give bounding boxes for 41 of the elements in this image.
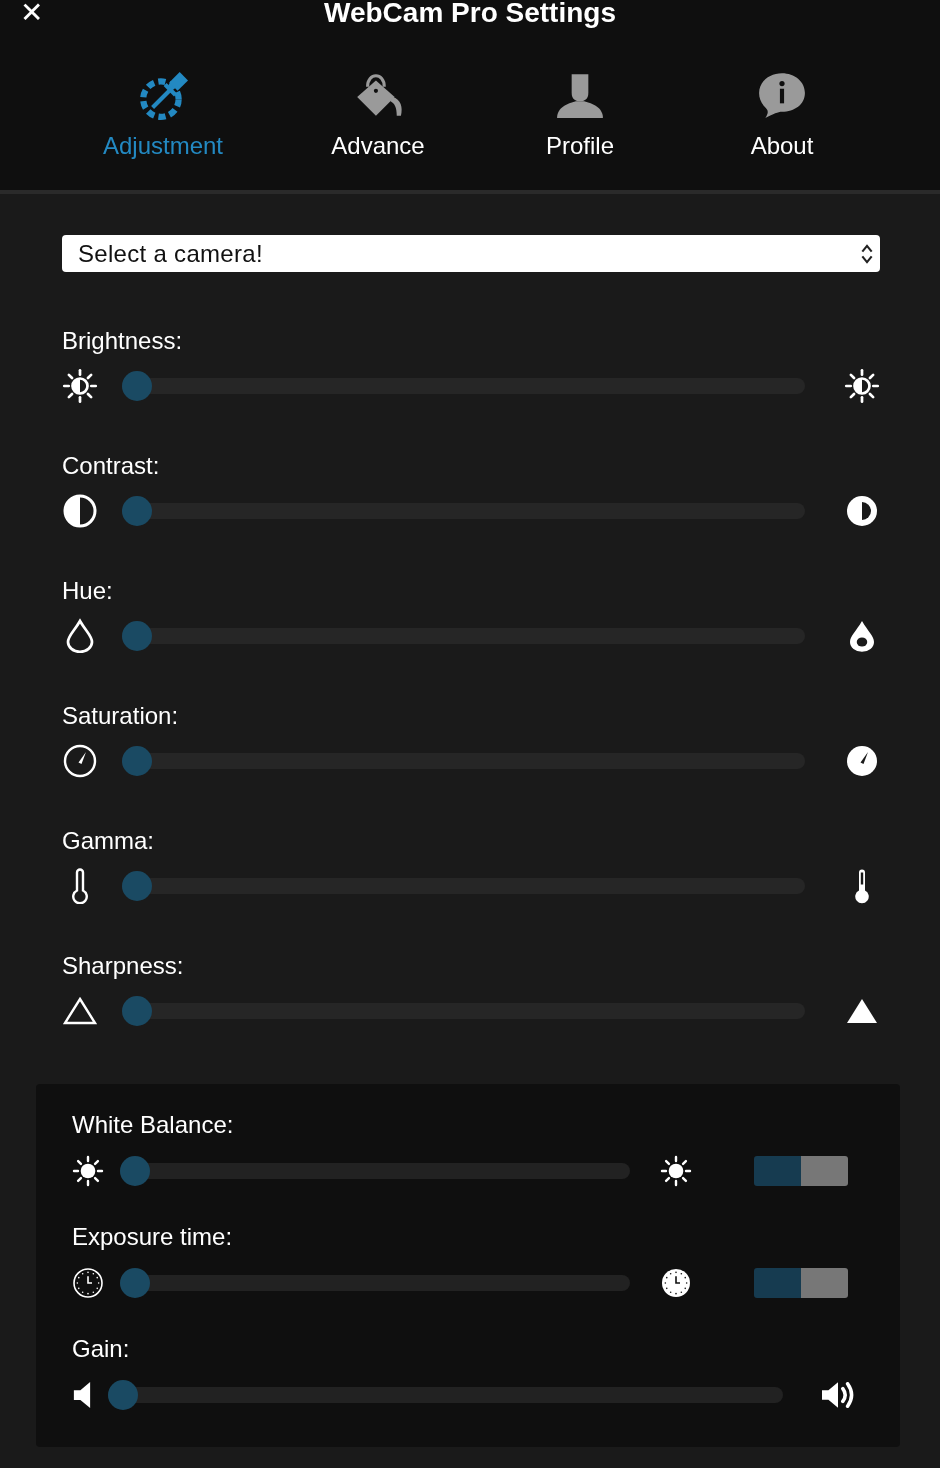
slider-label: Sharpness: <box>62 952 185 980</box>
slider-label: Contrast: <box>62 452 161 480</box>
tab[interactable]: Advance <box>266 70 490 160</box>
contrast-icon <box>844 493 880 529</box>
brightness-icon <box>62 368 98 404</box>
close-button[interactable]: ✕ <box>20 0 44 28</box>
slider-label: Gamma: <box>62 827 155 855</box>
window-title: WebCam Pro Settings <box>324 0 616 30</box>
slider-thumb[interactable] <box>120 1156 150 1186</box>
speaker-icon <box>72 1382 92 1408</box>
tab[interactable]: Adjustment <box>60 70 266 160</box>
slider-label: Exposure time: <box>72 1223 234 1251</box>
brightness-icon <box>844 368 880 404</box>
slider-label: Brightness: <box>62 327 184 355</box>
slider-thumb[interactable] <box>120 1268 150 1298</box>
sun-icon <box>72 1155 104 1187</box>
toggle-switch[interactable] <box>754 1156 848 1186</box>
slider-thumb[interactable] <box>122 621 152 651</box>
slider-label: Saturation: <box>62 702 180 730</box>
slider-thumb[interactable] <box>122 871 152 901</box>
slider-label: Hue: <box>62 577 114 605</box>
slider-label: White Balance: <box>72 1111 235 1139</box>
gauge-icon <box>844 743 880 779</box>
contrast-icon <box>62 493 98 529</box>
slider-thumb[interactable] <box>122 746 152 776</box>
slider-thumb[interactable] <box>108 1380 138 1410</box>
tab[interactable]: About <box>670 70 894 160</box>
tab[interactable]: Profile <box>490 70 670 160</box>
slider-thumb[interactable] <box>122 496 152 526</box>
slider-label: Gain: <box>72 1335 131 1363</box>
gauge-icon <box>62 743 98 779</box>
sun-icon <box>660 1155 692 1187</box>
camera-select[interactable]: Select a camera! <box>62 235 880 272</box>
eyedropper-icon <box>138 70 188 120</box>
slider-thumb[interactable] <box>122 996 152 1026</box>
clock-icon <box>660 1267 692 1299</box>
speaker-icon <box>822 1382 854 1408</box>
toggle-switch[interactable] <box>754 1268 848 1298</box>
info-bubble-icon <box>757 70 807 120</box>
clock-icon <box>72 1267 104 1299</box>
slider-thumb[interactable] <box>122 371 152 401</box>
